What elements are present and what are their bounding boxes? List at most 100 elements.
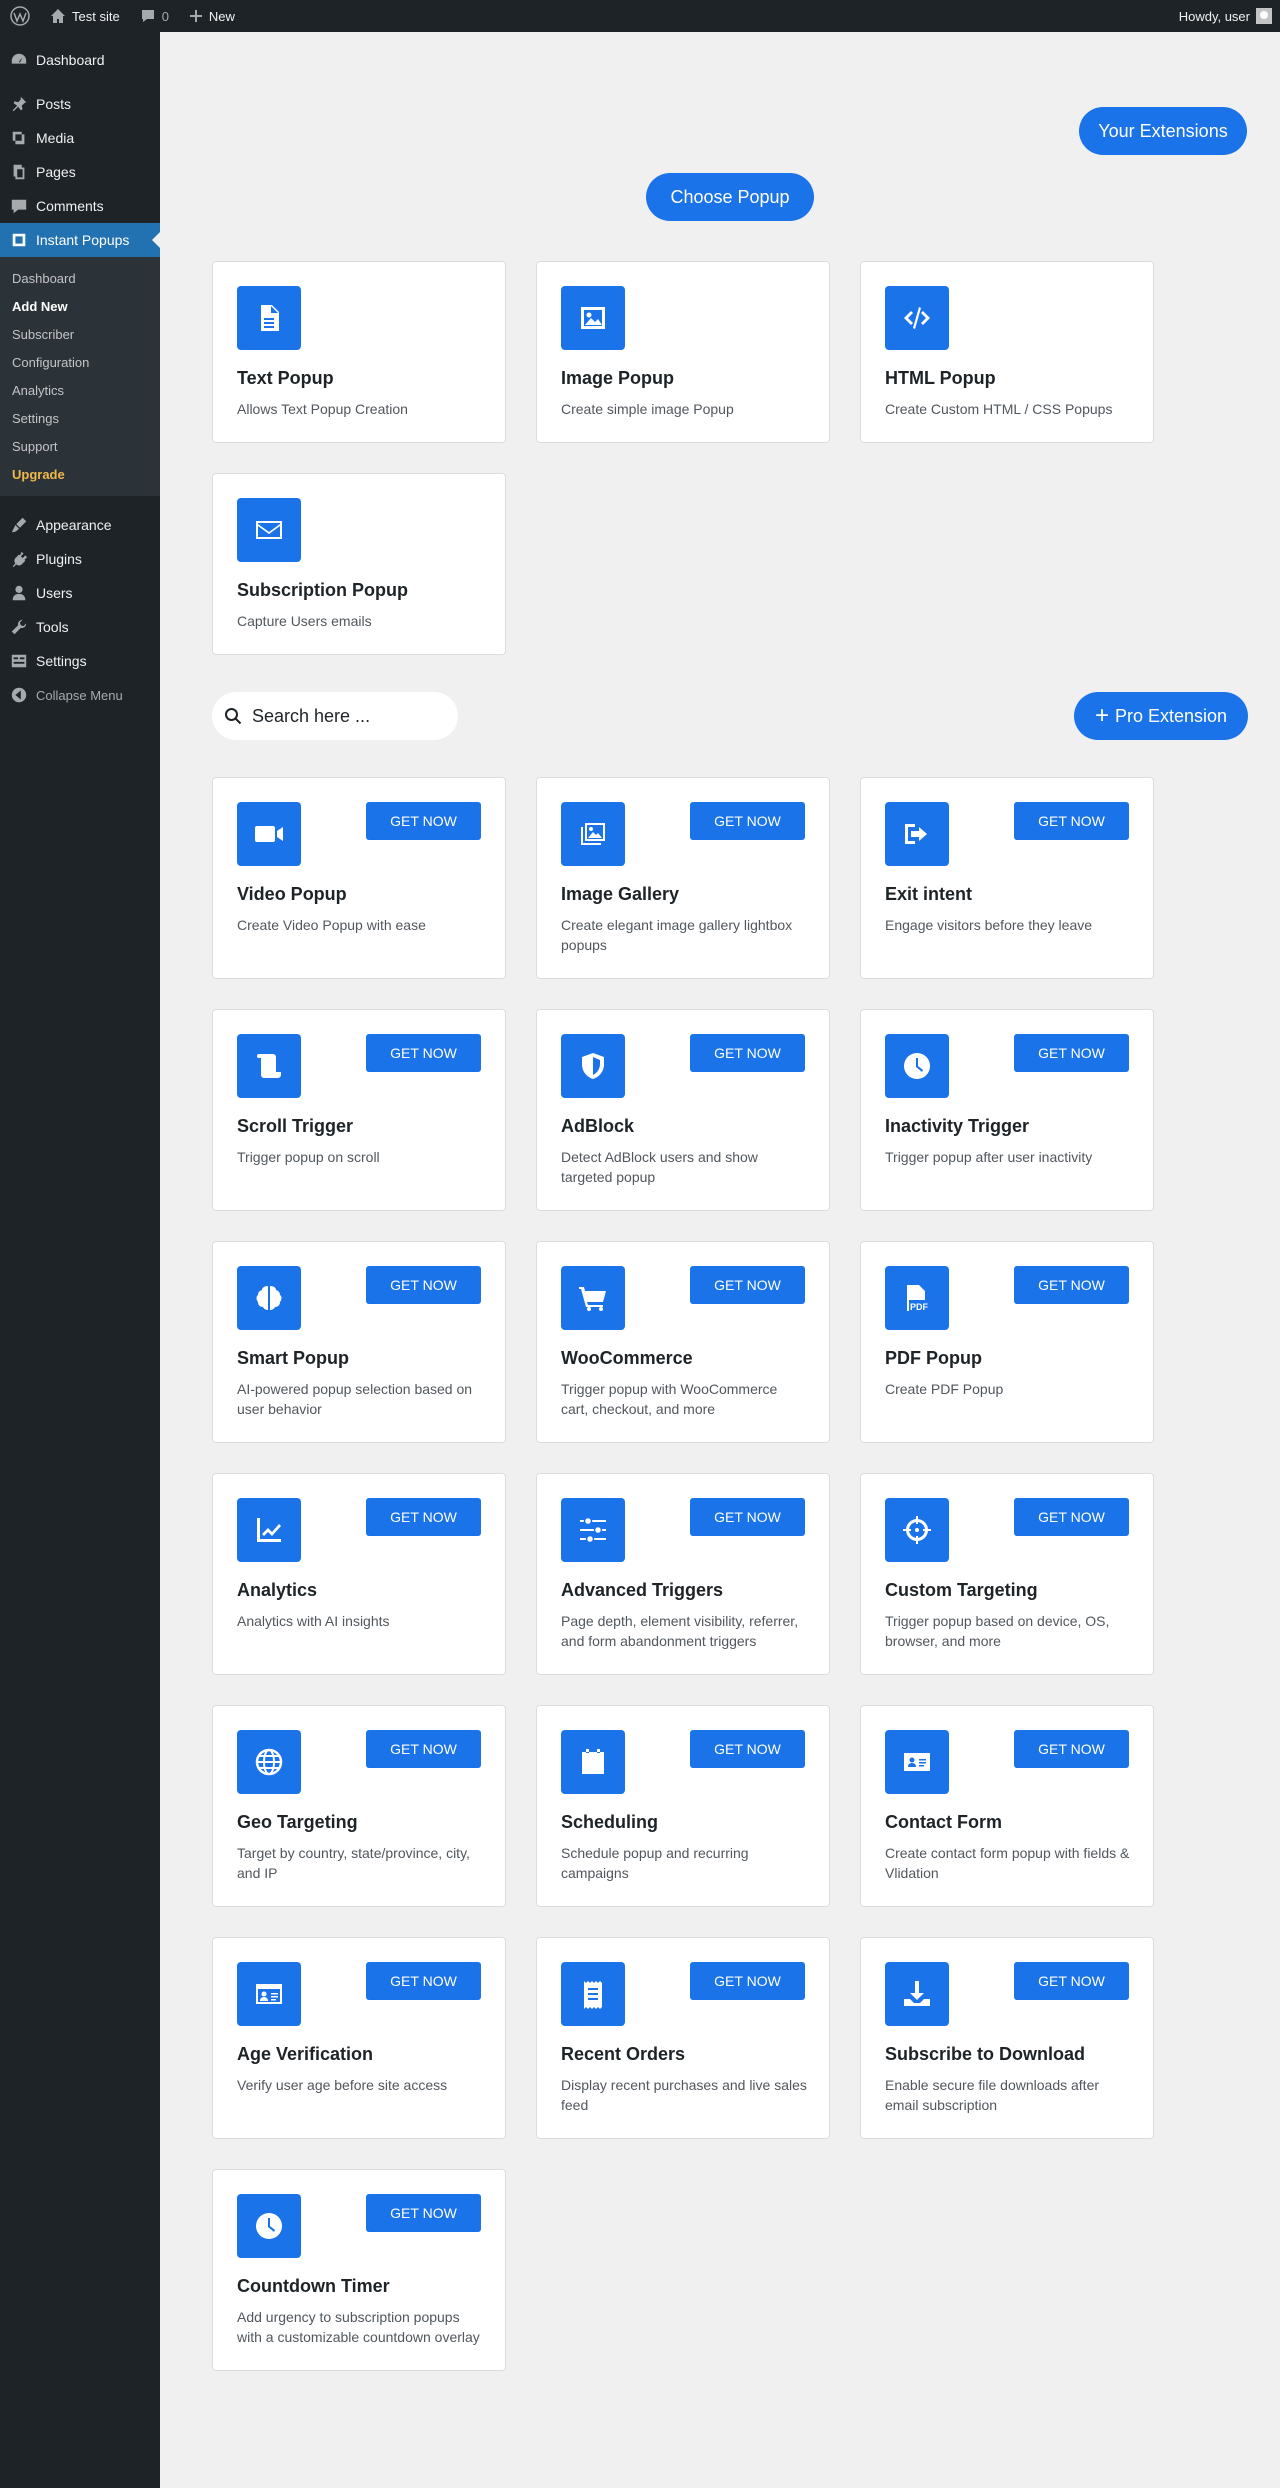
get-now-button[interactable]: GET NOW: [690, 1266, 805, 1304]
menu-media[interactable]: Media: [0, 121, 160, 155]
menu-users[interactable]: Users: [0, 576, 160, 610]
exit-icon: [885, 802, 949, 866]
card-description: Page depth, element visibility, referrer…: [561, 1613, 799, 1649]
menu-label: Plugins: [36, 551, 82, 567]
get-now-button[interactable]: GET NOW: [1014, 1034, 1129, 1072]
plus-icon: +: [1094, 702, 1109, 729]
get-now-button[interactable]: GET NOW: [1014, 1730, 1129, 1768]
menu-comments[interactable]: Comments: [0, 189, 160, 223]
menu-label: Users: [36, 585, 73, 601]
get-now-button[interactable]: GET NOW: [366, 1498, 481, 1536]
popup-type-card[interactable]: Image Popup Create simple image Popup: [536, 261, 830, 443]
home-icon: [51, 9, 65, 23]
submenu-add-new[interactable]: Add New: [0, 292, 160, 320]
get-now-button[interactable]: GET NOW: [1014, 802, 1129, 840]
menu-settings[interactable]: Settings: [0, 644, 160, 678]
menu-tools[interactable]: Tools: [0, 610, 160, 644]
menu-label: Instant Popups: [36, 232, 130, 248]
extension-card: GET NOW Inactivity Trigger Trigger popup…: [860, 1009, 1154, 1211]
choose-popup-button[interactable]: Choose Popup: [646, 173, 814, 221]
get-now-button[interactable]: GET NOW: [1014, 1498, 1129, 1536]
card-description: Trigger popup after user inactivity: [885, 1149, 1093, 1165]
card-title: Advanced Triggers: [561, 1580, 724, 1600]
menu-posts[interactable]: Posts: [0, 87, 160, 121]
extension-card: GET NOW Exit intent Engage visitors befo…: [860, 777, 1154, 979]
card-description: AI-powered popup selection based on user…: [237, 1381, 473, 1417]
pro-extension-button[interactable]: + Pro Extension: [1074, 692, 1248, 740]
new-content-link[interactable]: New: [179, 0, 245, 32]
get-now-button[interactable]: GET NOW: [366, 1034, 481, 1072]
your-extensions-button[interactable]: Your Extensions: [1079, 107, 1247, 155]
card-title: Recent Orders: [561, 2044, 686, 2064]
video-icon: [237, 802, 301, 866]
pro-extension-label: Pro Extension: [1114, 705, 1228, 726]
get-now-button[interactable]: GET NOW: [690, 1498, 805, 1536]
menu-appearance[interactable]: Appearance: [0, 508, 160, 542]
popup-type-card[interactable]: Text Popup Allows Text Popup Creation: [212, 261, 506, 443]
extension-card: GET NOW Age Verification Verify user age…: [212, 1937, 506, 2139]
howdy-user[interactable]: Howdy, user: [1179, 9, 1250, 24]
get-now-button[interactable]: GET NOW: [366, 1962, 481, 2000]
submenu-upgrade[interactable]: Upgrade: [0, 460, 160, 488]
card-title: Text Popup: [237, 368, 334, 388]
crosshairs-icon: [885, 1498, 949, 1562]
get-now-button[interactable]: GET NOW: [366, 802, 481, 840]
avatar[interactable]: [1256, 8, 1272, 24]
menu-label: Comments: [36, 198, 104, 214]
get-now-button[interactable]: GET NOW: [366, 2194, 481, 2232]
card-title: Contact Form: [885, 1812, 1002, 1832]
pages-icon: [13, 164, 25, 180]
card-title: Image Popup: [561, 368, 675, 388]
new-label: New: [208, 8, 235, 24]
card-title: Scroll Trigger: [237, 1116, 354, 1136]
settings-icon: [11, 654, 27, 668]
card-title: Countdown Timer: [237, 2276, 390, 2296]
get-now-button[interactable]: GET NOW: [690, 1962, 805, 2000]
clock-icon: [885, 1034, 949, 1098]
submenu-support[interactable]: Support: [0, 432, 160, 460]
comments-link[interactable]: 0: [130, 0, 179, 32]
popup-type-card[interactable]: HTML Popup Create Custom HTML / CSS Popu…: [860, 261, 1154, 443]
wordpress-logo-icon[interactable]: [0, 0, 40, 32]
extension-card: GET NOW Analytics Analytics with AI insi…: [212, 1473, 506, 1675]
comments-count: 0: [161, 8, 169, 24]
get-now-button[interactable]: GET NOW: [1014, 1962, 1129, 2000]
menu-dashboard[interactable]: Dashboard: [0, 43, 160, 77]
get-now-button[interactable]: GET NOW: [690, 1034, 805, 1072]
brush-icon: [11, 517, 27, 533]
collapse-label: Collapse Menu: [36, 687, 123, 703]
menu-plugins[interactable]: Plugins: [0, 542, 160, 576]
submenu-dashboard[interactable]: Dashboard: [0, 264, 160, 292]
extension-card: GET NOW Countdown Timer Add urgency to s…: [212, 2169, 506, 2371]
extension-card: GET NOW Contact Form Create contact form…: [860, 1705, 1154, 1907]
menu-pages[interactable]: Pages: [0, 155, 160, 189]
card-title: Geo Targeting: [237, 1812, 358, 1832]
submenu-configuration[interactable]: Configuration: [0, 348, 160, 376]
shield-icon: [561, 1034, 625, 1098]
submenu-settings[interactable]: Settings: [0, 404, 160, 432]
get-now-button[interactable]: GET NOW: [366, 1730, 481, 1768]
submenu-analytics[interactable]: Analytics: [0, 376, 160, 404]
get-now-button[interactable]: GET NOW: [1014, 1266, 1129, 1304]
menu-label: Media: [36, 130, 75, 146]
collapse-menu[interactable]: Collapse Menu: [0, 678, 160, 712]
extension-card: GET NOW Recent Orders Display recent pur…: [536, 1937, 830, 2139]
site-name-link[interactable]: Test site: [40, 0, 130, 32]
document-icon: [237, 286, 301, 350]
plus-icon: [189, 10, 202, 22]
extension-card: GET NOW Video Popup Create Video Popup w…: [212, 777, 506, 979]
card-title: Video Popup: [237, 884, 347, 904]
get-now-button[interactable]: GET NOW: [690, 1730, 805, 1768]
get-now-button[interactable]: GET NOW: [366, 1266, 481, 1304]
get-now-button[interactable]: GET NOW: [690, 802, 805, 840]
card-description: Detect AdBlock users and show targeted p…: [561, 1149, 758, 1185]
contact-card-icon: [885, 1730, 949, 1794]
submenu-subscriber[interactable]: Subscriber: [0, 320, 160, 348]
id-card-icon: [237, 1962, 301, 2026]
card-title: Custom Targeting: [885, 1580, 1038, 1600]
search-input[interactable]: [252, 705, 432, 727]
popup-type-card[interactable]: Subscription Popup Capture Users emails: [212, 473, 506, 655]
popup-icon: [12, 233, 26, 247]
menu-instant-popups[interactable]: Instant Popups: [0, 223, 160, 257]
search-box[interactable]: [212, 692, 458, 740]
